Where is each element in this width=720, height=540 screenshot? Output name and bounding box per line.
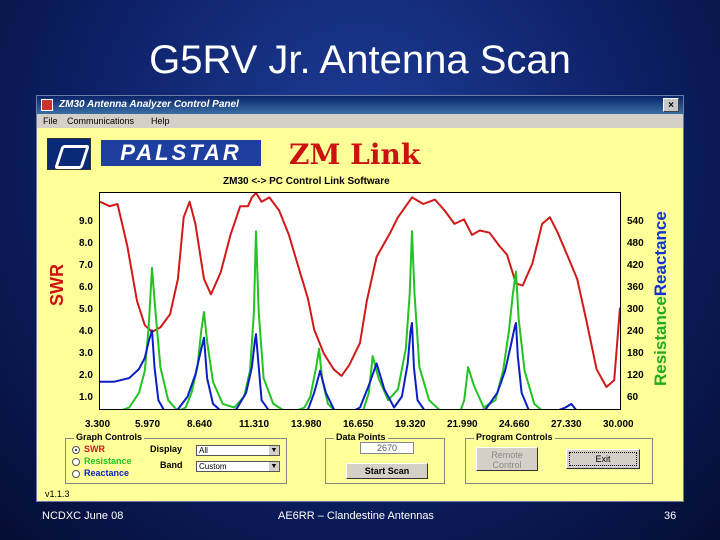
data-points-group: Data Points 2670 Start Scan	[325, 432, 445, 484]
graph-controls-group: Graph Controls SWR Resistance Reactance …	[65, 432, 287, 484]
program-controls-group: Program Controls Remote Control Exit	[465, 432, 653, 484]
app-icon	[41, 99, 53, 111]
right-tick-label: 180	[627, 348, 644, 360]
right-tick-label: 240	[627, 326, 644, 338]
data-points-title: Data Points	[334, 432, 388, 442]
band-value: Custom	[199, 462, 227, 471]
graph-controls-title: Graph Controls	[74, 432, 145, 442]
left-tick-label: 1.0	[79, 392, 93, 404]
window-titlebar[interactable]: ZM30 Antenna Analyzer Control Panel ×	[37, 96, 683, 114]
left-tick-label: 9.0	[79, 215, 93, 227]
left-tick-label: 6.0	[79, 281, 93, 293]
remote-control-button[interactable]: Remote Control	[476, 447, 538, 471]
x-tick-label: 16.650	[343, 419, 374, 430]
remote-control-line1: Remote	[491, 450, 523, 460]
right-tick-label: 420	[627, 259, 644, 271]
close-button[interactable]: ×	[663, 98, 679, 112]
x-tick-label: 24.660	[499, 419, 530, 430]
series-line-resistance	[121, 230, 542, 409]
option-reactance[interactable]: Reactance	[84, 468, 129, 478]
x-tick-label: 30.000	[603, 419, 634, 430]
right-tick-label: 360	[627, 281, 644, 293]
radio-swr[interactable]	[72, 446, 80, 454]
x-tick-label: 11.310	[239, 419, 270, 430]
reactance-axis-label: Reactance	[651, 211, 670, 297]
band-select[interactable]: Custom ▼	[196, 461, 280, 472]
slide-title: G5RV Jr. Antenna Scan	[149, 38, 571, 82]
menu-file[interactable]: File	[43, 116, 58, 126]
series-line-swr	[100, 193, 620, 388]
start-scan-button[interactable]: Start Scan	[346, 463, 428, 479]
palstar-logo-icon	[47, 138, 91, 170]
exit-button[interactable]: Exit	[566, 449, 640, 469]
remote-control-line2: Control	[492, 460, 522, 470]
footer-center: AE6RR – Clandestine Antennas	[278, 510, 434, 522]
plot-svg	[100, 193, 620, 409]
display-label: Display	[150, 444, 183, 454]
menu-help[interactable]: Help	[151, 116, 170, 126]
swr-axis-label: SWR	[47, 264, 67, 306]
option-swr[interactable]: SWR	[84, 444, 105, 454]
right-tick-label: 60	[627, 392, 639, 404]
zm-link-title: ZM Link	[289, 138, 421, 171]
resistance-axis-label: Resistance	[651, 296, 670, 386]
window-title: ZM30 Antenna Analyzer Control Panel	[59, 99, 239, 110]
palstar-banner: PALSTAR	[101, 140, 261, 166]
right-tick-label: 300	[627, 304, 644, 316]
program-controls-title: Program Controls	[474, 432, 555, 442]
right-tick-label: 480	[627, 237, 644, 249]
x-tick-label: 8.640	[187, 419, 213, 430]
left-tick-label: 8.0	[79, 237, 93, 249]
left-tick-label: 2.0	[79, 370, 93, 382]
left-tick-label: 5.0	[79, 304, 93, 316]
data-points-field[interactable]: 2670	[360, 442, 414, 454]
display-select[interactable]: All ▼	[196, 445, 280, 456]
menubar: File Communications Help	[37, 114, 683, 128]
display-value: All	[199, 446, 208, 455]
right-tick-label: 540	[627, 215, 644, 227]
footer-page-number: 36	[664, 510, 677, 522]
x-tick-label: 19.320	[395, 419, 426, 430]
x-tick-label: 27.330	[551, 419, 582, 430]
footer-left: NCDXC June 08	[42, 510, 124, 522]
x-tick-label: 3.300	[85, 419, 111, 430]
left-tick-label: 3.0	[79, 348, 93, 360]
radio-reactance[interactable]	[72, 470, 80, 478]
radio-resistance[interactable]	[72, 458, 80, 466]
x-tick-label: 21.990	[447, 419, 478, 430]
option-resistance[interactable]: Resistance	[84, 456, 132, 466]
resistance-reactance-axis-label: ResistanceReactance	[651, 211, 671, 386]
x-tick-label: 13.980	[291, 419, 322, 430]
band-label: Band	[160, 460, 183, 470]
left-tick-label: 7.0	[79, 259, 93, 271]
zm30-window: ZM30 Antenna Analyzer Control Panel × Fi…	[36, 95, 684, 502]
series-line-reactance	[100, 322, 577, 409]
menu-communications[interactable]: Communications	[67, 116, 134, 126]
version-label: v1.1.3	[45, 489, 70, 499]
left-tick-label: 4.0	[79, 326, 93, 338]
chevron-down-icon: ▼	[269, 462, 279, 471]
chevron-down-icon: ▼	[269, 446, 279, 455]
x-tick-label: 5.970	[135, 419, 161, 430]
software-subtitle: ZM30 <-> PC Control Link Software	[223, 176, 390, 187]
right-tick-label: 120	[627, 370, 644, 382]
scan-plot	[99, 192, 621, 410]
